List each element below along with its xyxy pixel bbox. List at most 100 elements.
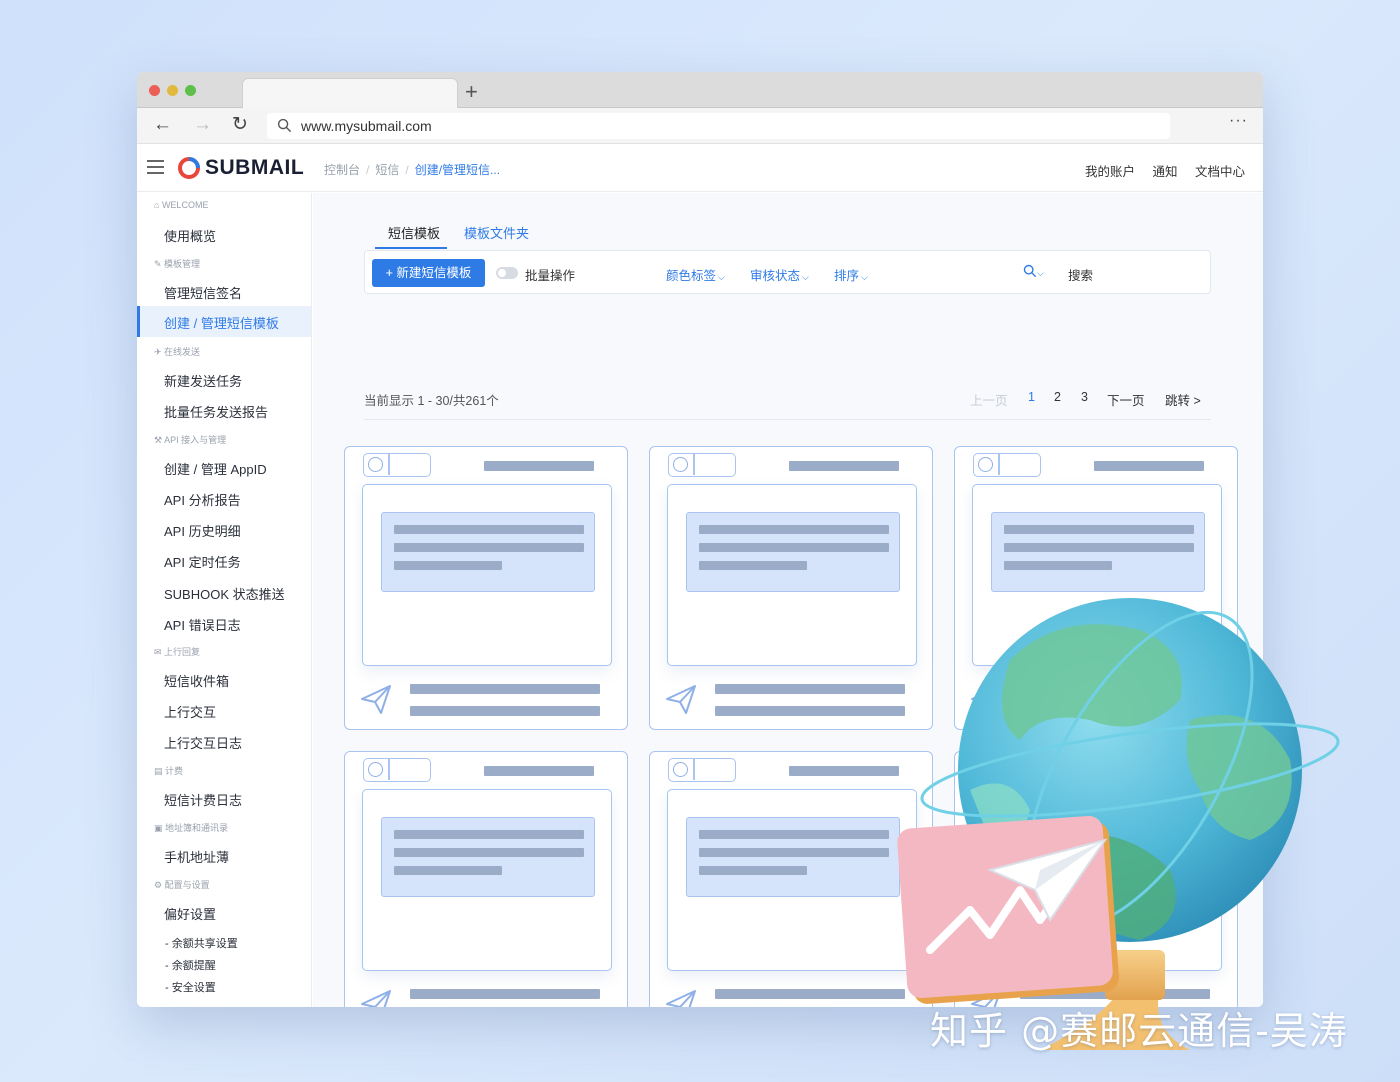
card-select-toggle[interactable] bbox=[973, 453, 1041, 477]
new-tab-button[interactable]: + bbox=[465, 78, 478, 106]
sidebar-item-interaction[interactable]: 上行交互 bbox=[164, 702, 216, 721]
search-dropdown[interactable]: ⌵ bbox=[1023, 264, 1044, 279]
chevron-down-icon: ⌵ bbox=[861, 272, 868, 282]
sidebar-section-addressbook: ▣ 地址簿和通讯录 bbox=[154, 823, 229, 833]
sidebar-item-templates[interactable]: 创建 / 管理短信模板 bbox=[137, 306, 311, 337]
forward-icon[interactable]: → bbox=[193, 113, 212, 137]
sidebar-item-preferences[interactable]: 偏好设置 bbox=[164, 904, 216, 923]
footer-placeholder bbox=[410, 706, 600, 716]
radio-icon bbox=[673, 457, 688, 472]
pager-page-3[interactable]: 3 bbox=[1081, 390, 1088, 404]
sidebar-item-api-analytics[interactable]: API 分析报告 bbox=[164, 490, 241, 509]
nav-my-account[interactable]: 我的账户 bbox=[1085, 165, 1135, 179]
chevron-down-icon: ⌵ bbox=[1037, 268, 1044, 278]
sidebar-item-addressbook[interactable]: 手机地址薄 bbox=[164, 847, 229, 866]
address-bar[interactable]: www.mysubmail.com bbox=[267, 113, 1170, 139]
send-plane-icon[interactable] bbox=[664, 987, 698, 1007]
back-icon[interactable]: ← bbox=[153, 113, 172, 137]
breadcrumb-sms[interactable]: 短信 bbox=[375, 163, 399, 177]
card-select-toggle[interactable] bbox=[668, 758, 736, 782]
text-placeholder bbox=[394, 561, 502, 570]
filter-color-tag[interactable]: 颜色标签 ⌵ bbox=[666, 265, 725, 284]
more-icon[interactable]: ··· bbox=[1229, 112, 1248, 130]
card-select-toggle[interactable] bbox=[363, 758, 431, 782]
card-preview-panel bbox=[667, 789, 917, 971]
active-tab-indicator bbox=[375, 247, 447, 249]
sidebar-item-new-task[interactable]: 新建发送任务 bbox=[164, 371, 242, 390]
nav-notifications[interactable]: 通知 bbox=[1152, 165, 1177, 179]
message-bubble bbox=[991, 512, 1205, 592]
card-preview-panel bbox=[667, 484, 917, 666]
new-template-button[interactable]: + 新建短信模板 bbox=[372, 259, 485, 287]
pager-page-1[interactable]: 1 bbox=[1028, 390, 1035, 404]
radio-icon bbox=[368, 457, 383, 472]
chevron-down-icon: ⌵ bbox=[802, 272, 809, 282]
sidebar-item-inbox[interactable]: 短信收件箱 bbox=[164, 671, 229, 690]
text-placeholder bbox=[394, 525, 584, 534]
sidebar-item-appid[interactable]: 创建 / 管理 AppID bbox=[164, 459, 267, 478]
text-placeholder bbox=[394, 543, 584, 552]
pager-prev[interactable]: 上一页 bbox=[970, 390, 1008, 409]
close-window-button[interactable] bbox=[149, 85, 160, 96]
sidebar: ⌂ WELCOME 使用概览 ✎ 模板管理 管理短信签名 创建 / 管理短信模板… bbox=[137, 193, 312, 1007]
text-placeholder bbox=[1004, 561, 1112, 570]
footer-placeholder bbox=[410, 684, 600, 694]
browser-tab[interactable] bbox=[242, 78, 458, 109]
sidebar-section-templates: ✎ 模板管理 bbox=[154, 259, 201, 269]
filter-sort[interactable]: 排序 ⌵ bbox=[834, 265, 868, 284]
reload-icon[interactable]: ↻ bbox=[232, 113, 248, 137]
send-plane-icon[interactable] bbox=[664, 682, 698, 716]
browser-navbar: ← → ↻ www.mysubmail.com ··· bbox=[137, 108, 1263, 144]
sidebar-sub-balance-sharing[interactable]: - 余额共享设置 bbox=[165, 935, 238, 951]
search-input[interactable]: 搜索 bbox=[1068, 265, 1093, 284]
card-select-toggle[interactable] bbox=[363, 453, 431, 477]
filter-review-status[interactable]: 审核状态 ⌵ bbox=[750, 265, 809, 284]
footer-placeholder bbox=[410, 989, 600, 999]
browser-titlebar: + bbox=[137, 72, 1263, 109]
sidebar-section-online-send: ✈ 在线发送 bbox=[154, 347, 201, 357]
sidebar-item-interaction-log[interactable]: 上行交互日志 bbox=[164, 733, 242, 752]
sidebar-item-api-scheduled[interactable]: API 定时任务 bbox=[164, 552, 241, 571]
send-plane-icon[interactable] bbox=[359, 682, 393, 716]
url-text: www.mysubmail.com bbox=[301, 118, 432, 134]
tab-sms-templates[interactable]: 短信模板 bbox=[388, 223, 440, 242]
minimize-window-button[interactable] bbox=[167, 85, 178, 96]
breadcrumb: 控制台 / 短信 / 创建/管理短信... bbox=[324, 163, 501, 177]
sidebar-item-api-errors[interactable]: API 错误日志 bbox=[164, 615, 241, 634]
bulk-toggle[interactable] bbox=[496, 267, 518, 279]
card-title-placeholder bbox=[789, 461, 899, 471]
sidebar-item-api-history[interactable]: API 历史明细 bbox=[164, 521, 241, 540]
pager-next[interactable]: 下一页 bbox=[1107, 390, 1145, 409]
sidebar-item-overview[interactable]: 使用概览 bbox=[164, 226, 216, 245]
card-title-placeholder bbox=[484, 461, 594, 471]
sidebar-item-billing-log[interactable]: 短信计费日志 bbox=[164, 790, 242, 809]
breadcrumb-console[interactable]: 控制台 bbox=[324, 163, 360, 177]
template-card[interactable] bbox=[344, 751, 628, 1007]
sidebar-sub-security[interactable]: - 安全设置 bbox=[165, 979, 216, 995]
sidebar-sub-balance-alert[interactable]: - 余额提醒 bbox=[165, 957, 216, 973]
tab-template-folders[interactable]: 模板文件夹 bbox=[464, 223, 529, 242]
text-placeholder bbox=[699, 525, 889, 534]
pager-page-2[interactable]: 2 bbox=[1054, 390, 1061, 404]
sidebar-item-subhook[interactable]: SUBHOOK 状态推送 bbox=[164, 584, 285, 603]
send-plane-icon[interactable] bbox=[359, 987, 393, 1007]
card-select-toggle[interactable] bbox=[668, 453, 736, 477]
maximize-window-button[interactable] bbox=[185, 85, 196, 96]
text-placeholder bbox=[394, 830, 584, 839]
sidebar-section-billing: ▤ 计费 bbox=[154, 766, 184, 776]
sidebar-item-signatures[interactable]: 管理短信签名 bbox=[164, 283, 242, 302]
card-title-placeholder bbox=[789, 766, 899, 776]
menu-icon[interactable] bbox=[147, 160, 164, 174]
text-placeholder bbox=[699, 830, 889, 839]
nav-docs[interactable]: 文档中心 bbox=[1195, 165, 1245, 179]
result-count: 当前显示 1 - 30/共261个 bbox=[364, 394, 499, 408]
card-preview-panel bbox=[362, 789, 612, 971]
template-card[interactable] bbox=[344, 446, 628, 730]
sidebar-item-batch-report[interactable]: 批量任务发送报告 bbox=[164, 402, 268, 421]
text-placeholder bbox=[394, 866, 502, 875]
pager-jump[interactable]: 跳转 > bbox=[1165, 390, 1201, 409]
text-placeholder bbox=[699, 866, 807, 875]
text-placeholder bbox=[1004, 525, 1194, 534]
text-placeholder bbox=[394, 848, 584, 857]
search-icon bbox=[277, 118, 292, 133]
